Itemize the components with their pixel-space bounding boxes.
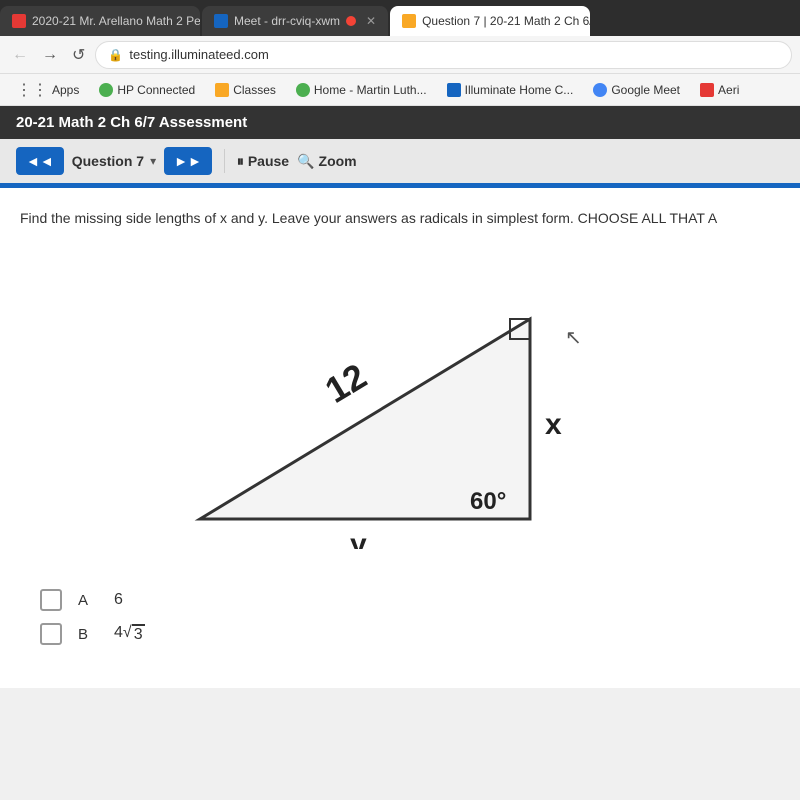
bookmark-apps[interactable]: ⋮⋮ Apps <box>8 78 87 102</box>
y-label: y <box>350 528 367 549</box>
angle-label: 60° <box>470 488 506 515</box>
bookmark-illuminate[interactable]: Illuminate Home C... <box>439 81 582 99</box>
page-content: 20-21 Math 2 Ch 6/7 Assessment ◄◄ Questi… <box>0 106 800 688</box>
tab-question[interactable]: Question 7 | 20-21 Math 2 Ch 6/ ✕ <box>390 6 590 36</box>
back-button[interactable]: ← <box>8 42 32 68</box>
aeri-icon <box>700 83 714 97</box>
apps-grid-icon: ⋮⋮ <box>16 80 48 100</box>
answer-choice-b: B 4√3 <box>40 623 760 645</box>
tab-meet[interactable]: Meet - drr-cviq-xwm ✕ <box>202 6 388 36</box>
browser-chrome: 2020-21 Mr. Arellano Math 2 Per ✕ Meet -… <box>0 0 800 106</box>
home-icon <box>296 83 310 97</box>
tab-label-question: Question 7 | 20-21 Math 2 Ch 6/ <box>422 14 590 28</box>
answer-choice-a: A 6 <box>40 589 760 611</box>
tab-icon-question <box>402 14 416 28</box>
tab-icon-math <box>12 14 26 28</box>
answer-choices: A 6 B 4√3 <box>20 589 780 645</box>
choice-value-b: 4√3 <box>114 624 145 644</box>
hypotenuse-label: 12 <box>318 355 373 411</box>
question-text: Find the missing side lengths of x and y… <box>20 208 780 229</box>
sqrt-container-b: √3 <box>123 624 145 644</box>
refresh-button[interactable]: ↺ <box>68 41 89 69</box>
forward-button[interactable]: → <box>38 42 62 68</box>
bookmark-classes[interactable]: Classes <box>207 81 284 99</box>
bookmark-illuminate-label: Illuminate Home C... <box>465 83 574 97</box>
tab-icon-meet <box>214 14 228 28</box>
dropdown-arrow-icon: ▾ <box>150 154 156 168</box>
url-text: testing.illuminateed.com <box>129 47 268 62</box>
classes-icon <box>215 83 229 97</box>
bookmark-apps-label: Apps <box>52 83 79 97</box>
bookmarks-bar: ⋮⋮ Apps HP Connected Classes Home - Mart… <box>0 74 800 106</box>
bookmark-hp[interactable]: HP Connected <box>91 81 203 99</box>
bookmark-home[interactable]: Home - Martin Luth... <box>288 81 435 99</box>
x-label: x <box>545 408 562 441</box>
assessment-title: 20-21 Math 2 Ch 6/7 Assessment <box>16 114 247 131</box>
assessment-header: 20-21 Math 2 Ch 6/7 Assessment <box>0 106 800 139</box>
hp-icon <box>99 83 113 97</box>
checkbox-b[interactable] <box>40 623 62 645</box>
zoom-label: Zoom <box>319 153 357 169</box>
next-button[interactable]: ►► <box>164 147 212 175</box>
bookmark-google-label: Google Meet <box>611 83 680 97</box>
choice-letter-b: B <box>78 626 98 643</box>
triangle-diagram: 12 x 60° y ↖ <box>20 249 780 569</box>
pause-button[interactable]: ⏸ Pause <box>237 153 289 170</box>
question-label: Question 7 <box>72 153 144 169</box>
bookmark-aeri-label: Aeri <box>718 83 739 97</box>
tab-label-meet: Meet - drr-cviq-xwm <box>234 14 340 28</box>
tab-close-meet[interactable]: ✕ <box>366 14 376 28</box>
cursor-icon: ↖ <box>565 327 582 349</box>
pause-icon: ⏸ <box>237 153 244 170</box>
question-select[interactable]: Question 7 ▾ <box>72 153 156 169</box>
address-bar[interactable]: 🔒 testing.illuminateed.com <box>95 41 792 69</box>
nav-bar: ← → ↺ 🔒 testing.illuminateed.com <box>0 36 800 74</box>
bookmark-hp-label: HP Connected <box>117 83 195 97</box>
lock-icon: 🔒 <box>108 48 123 62</box>
illuminate-icon <box>447 83 461 97</box>
bookmark-aeri[interactable]: Aeri <box>692 81 747 99</box>
triangle-svg: 12 x 60° y ↖ <box>150 249 650 549</box>
zoom-icon: 🔍 <box>297 153 314 170</box>
google-meet-icon <box>593 83 607 97</box>
choice-letter-a: A <box>78 592 98 609</box>
tab-bar: 2020-21 Mr. Arellano Math 2 Per ✕ Meet -… <box>0 0 800 36</box>
bookmark-classes-label: Classes <box>233 83 276 97</box>
bookmark-home-label: Home - Martin Luth... <box>314 83 427 97</box>
controls-bar: ◄◄ Question 7 ▾ ►► ⏸ Pause 🔍 Zoom <box>0 139 800 185</box>
tab-notification-dot <box>346 16 356 26</box>
zoom-button[interactable]: 🔍 Zoom <box>297 153 357 170</box>
prev-button[interactable]: ◄◄ <box>16 147 64 175</box>
bookmark-google[interactable]: Google Meet <box>585 81 688 99</box>
question-area: Find the missing side lengths of x and y… <box>0 188 800 688</box>
checkbox-a[interactable] <box>40 589 62 611</box>
tab-label-math: 2020-21 Mr. Arellano Math 2 Per <box>32 14 200 28</box>
controls-divider <box>224 149 225 173</box>
tab-math[interactable]: 2020-21 Mr. Arellano Math 2 Per ✕ <box>0 6 200 36</box>
radicand-b: 3 <box>132 624 145 644</box>
choice-value-a: 6 <box>114 591 123 609</box>
pause-label: Pause <box>248 153 289 169</box>
